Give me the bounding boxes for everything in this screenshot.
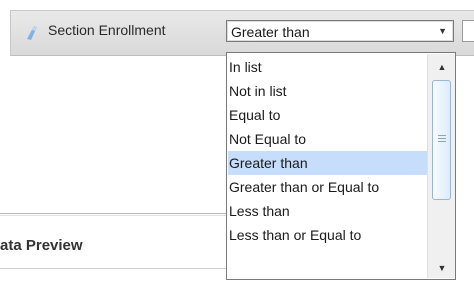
field-label: Section Enrollment bbox=[48, 22, 166, 38]
page: Section Enrollment Greater than ▼ In lis… bbox=[0, 0, 474, 286]
operator-dropdown-list[interactable]: In list Not in list Equal to Not Equal t… bbox=[226, 52, 456, 280]
scroll-thumb[interactable] bbox=[432, 80, 451, 200]
option-greater-than[interactable]: Greater than bbox=[228, 151, 430, 175]
option-not-in-list[interactable]: Not in list bbox=[228, 79, 428, 103]
option-equal-to[interactable]: Equal to bbox=[228, 103, 428, 127]
data-preview-title: ata Preview bbox=[0, 237, 83, 254]
section-divider-bottom bbox=[0, 268, 226, 269]
filter-value-input[interactable] bbox=[462, 20, 474, 42]
grip-icon bbox=[438, 135, 446, 142]
option-greater-than-or-equal-to[interactable]: Greater than or Equal to bbox=[228, 175, 428, 199]
operator-select[interactable]: Greater than ▼ bbox=[226, 20, 454, 42]
scroll-up-arrow-icon[interactable]: ▲ bbox=[431, 58, 453, 76]
chevron-down-icon[interactable]: ▼ bbox=[438, 26, 447, 36]
option-less-than-or-equal-to[interactable]: Less than or Equal to bbox=[228, 223, 428, 247]
section-divider bbox=[0, 213, 226, 216]
scroll-down-arrow-icon[interactable]: ▼ bbox=[431, 259, 453, 277]
operator-selected-value: Greater than bbox=[231, 24, 310, 40]
option-less-than[interactable]: Less than bbox=[228, 199, 428, 223]
option-in-list[interactable]: In list bbox=[228, 55, 428, 79]
option-not-equal-to[interactable]: Not Equal to bbox=[228, 127, 428, 151]
dropdown-scrollbar[interactable]: ▲ ▼ bbox=[427, 54, 455, 278]
filter-field-icon bbox=[27, 26, 37, 40]
